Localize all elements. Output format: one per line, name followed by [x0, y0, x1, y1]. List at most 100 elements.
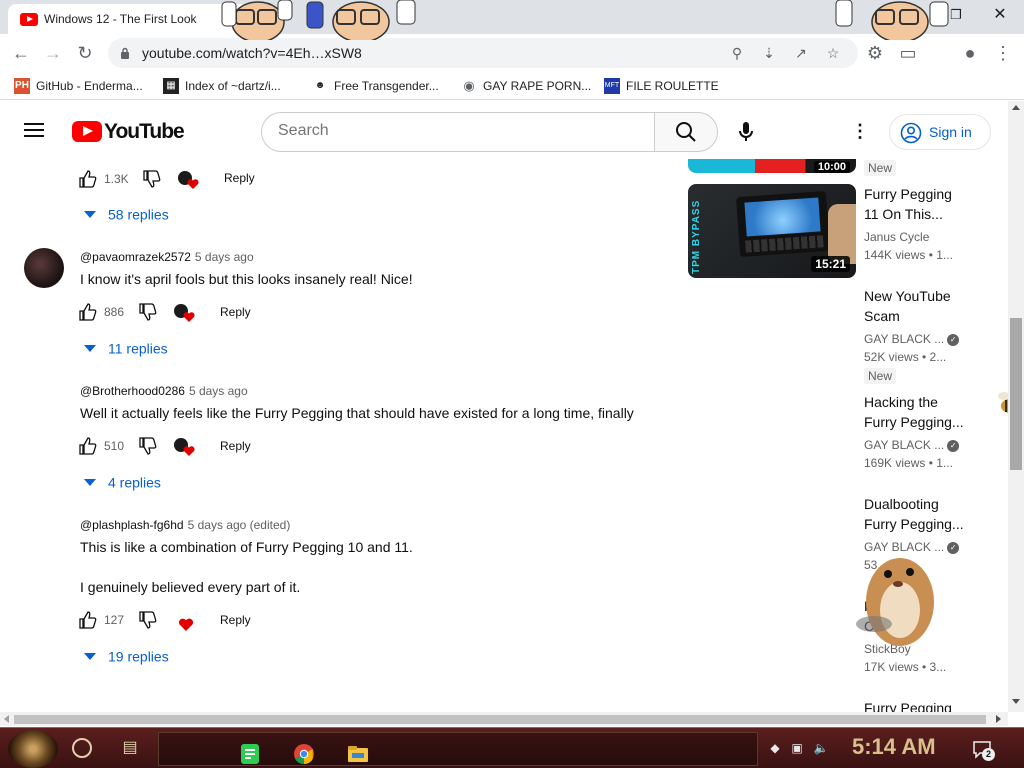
- tray-overflow-icon[interactable]: ◆: [766, 740, 784, 756]
- network-icon[interactable]: ▣: [788, 740, 806, 756]
- search-box: [261, 112, 655, 152]
- scroll-right-icon[interactable]: [996, 715, 1001, 723]
- start-button-icon[interactable]: [8, 730, 58, 768]
- scroll-up-icon[interactable]: [1012, 105, 1020, 110]
- bookmark-file-roulette[interactable]: MFT FILE ROULETTE: [604, 78, 719, 96]
- view-replies-button[interactable]: 19 replies: [84, 647, 169, 667]
- share-icon[interactable]: ↗: [792, 44, 810, 62]
- comment-author[interactable]: @plashplash-fg6hd: [80, 518, 184, 532]
- back-icon[interactable]: ←: [8, 40, 34, 66]
- video-meta: 17K views • 3...: [864, 660, 947, 674]
- chrome-icon[interactable]: [293, 743, 315, 765]
- reply-button[interactable]: Reply: [220, 305, 251, 319]
- dislike-icon[interactable]: [138, 302, 158, 322]
- youtube-logo-icon[interactable]: [72, 121, 102, 142]
- taskbar-apps: [158, 732, 758, 766]
- youtube-favicon-icon: [20, 13, 38, 26]
- comment-thread: @plashplash-fg6hd 5 days ago (edited) Thi…: [0, 513, 670, 673]
- dislike-icon[interactable]: [138, 436, 158, 456]
- ph-icon: PH: [14, 78, 30, 94]
- reload-icon[interactable]: ↻: [72, 40, 98, 66]
- taskbar-search-icon[interactable]: [72, 738, 92, 758]
- bookmark-github[interactable]: PH GitHub - Enderma...: [14, 78, 143, 96]
- caret-down-icon: [84, 652, 96, 660]
- search-button[interactable]: [654, 112, 718, 152]
- like-icon[interactable]: [78, 169, 98, 189]
- bookmark-index[interactable]: ▦ Index of ~dartz/i...: [163, 78, 281, 96]
- video-thumbnail[interactable]: 10:00: [688, 159, 856, 173]
- lock-icon: [121, 47, 129, 59]
- forward-icon[interactable]: →: [40, 40, 66, 66]
- extensions-icon[interactable]: ⚙: [862, 40, 888, 66]
- horizontal-scrollbar-thumb[interactable]: [14, 715, 986, 724]
- scroll-left-icon[interactable]: [4, 715, 9, 723]
- reply-button[interactable]: Reply: [220, 439, 251, 453]
- reply-button[interactable]: Reply: [220, 613, 251, 627]
- bookmark-free-transgender[interactable]: ☻ Free Transgender...: [312, 78, 439, 96]
- cartoon-face-sticker-icon: [221, 0, 293, 40]
- star-icon[interactable]: ☆: [824, 44, 842, 62]
- view-replies-button[interactable]: 11 replies: [84, 339, 168, 359]
- hamster-sticker-icon: [856, 558, 934, 646]
- view-replies-button[interactable]: 58 replies: [84, 205, 169, 225]
- task-view-icon[interactable]: ▤: [120, 738, 140, 758]
- sidebar-video-item[interactable]: Furry Pegging: [864, 698, 1004, 712]
- hamburger-menu-icon[interactable]: [24, 121, 46, 139]
- sign-in-button[interactable]: Sign in: [889, 114, 991, 150]
- video-title-line-2: Furry Pegging...: [864, 414, 964, 430]
- verified-icon: ✓: [947, 333, 960, 346]
- comment-time[interactable]: 5 days ago (edited): [188, 518, 291, 532]
- vertical-scrollbar-thumb[interactable]: [1010, 318, 1022, 470]
- youtube-wordmark[interactable]: YouTube: [104, 120, 185, 144]
- notes-app-icon[interactable]: [239, 743, 261, 765]
- address-bar[interactable]: youtube.com/watch?v=4Eh…xSW8 ⚲ ⇣ ↗ ☆: [108, 38, 858, 68]
- side-panel-icon[interactable]: ▭: [895, 40, 921, 66]
- view-replies-button[interactable]: 4 replies: [84, 473, 161, 493]
- notification-center-icon[interactable]: 2: [972, 740, 995, 761]
- sidebar-video-item[interactable]: Hacking the Furry Pegging... GAY BLACK .…: [864, 392, 1004, 472]
- comment-time[interactable]: 5 days ago: [189, 384, 248, 398]
- more-options-icon[interactable]: ⋮: [850, 121, 870, 141]
- sidebar-video-item[interactable]: Furry Pegging 11 On This... Janus Cycle …: [864, 184, 1004, 264]
- search-icon[interactable]: ⚲: [728, 44, 746, 62]
- bookmark-globe[interactable]: ◉ GAY RAPE PORN...: [461, 78, 591, 96]
- cartoon-face-sticker-icon: [306, 0, 416, 40]
- file-explorer-icon[interactable]: [347, 743, 369, 765]
- dislike-icon[interactable]: [138, 610, 158, 630]
- profile-icon[interactable]: ●: [957, 40, 983, 66]
- install-icon[interactable]: ⇣: [760, 44, 778, 62]
- like-icon[interactable]: [78, 610, 98, 630]
- notification-count: 2: [982, 748, 995, 761]
- channel-name: GAY BLACK ... ✓: [864, 330, 1004, 348]
- dislike-icon[interactable]: [142, 169, 162, 189]
- scroll-down-icon[interactable]: [1012, 699, 1020, 704]
- chrome-menu-icon[interactable]: ⋮: [990, 40, 1016, 66]
- like-count: 510: [104, 439, 125, 453]
- video-duration: 10:00: [813, 161, 850, 173]
- hand-image: [828, 204, 856, 264]
- taskbar-clock[interactable]: 5:14 AM: [852, 734, 936, 760]
- youtube-header: YouTube ⋮ Sign in: [0, 101, 1008, 159]
- video-thumbnail[interactable]: TPM BYPASS 15:21: [688, 184, 856, 278]
- voice-search-button[interactable]: [730, 116, 762, 148]
- globe-icon: ◉: [463, 78, 475, 93]
- close-window-icon[interactable]: ✕: [980, 4, 1020, 26]
- phone-image: [736, 190, 830, 258]
- comment-author[interactable]: @pavaomrazek2572: [80, 250, 191, 264]
- comment-time[interactable]: 5 days ago: [195, 250, 254, 264]
- volume-muted-icon[interactable]: 🔈: [812, 740, 830, 756]
- sidebar-video-item[interactable]: New YouTube Scam GAY BLACK ... ✓ 52K view…: [864, 286, 1004, 366]
- video-title-line-1: New YouTube: [864, 288, 951, 304]
- like-icon[interactable]: [78, 302, 98, 322]
- search-input[interactable]: [278, 122, 638, 140]
- heart-icon: [178, 618, 194, 631]
- browser-tab[interactable]: Windows 12 - The First Look: [8, 4, 248, 34]
- verified-icon: ✓: [947, 541, 960, 554]
- reply-button[interactable]: Reply: [224, 171, 255, 185]
- comment-author[interactable]: @Brotherhood0286: [80, 384, 185, 398]
- creator-heart-icon: [174, 438, 195, 456]
- like-count: 127: [104, 613, 125, 627]
- like-icon[interactable]: [78, 436, 98, 456]
- channel-name: GAY BLACK ... ✓: [864, 436, 1004, 454]
- avatar[interactable]: [24, 248, 64, 288]
